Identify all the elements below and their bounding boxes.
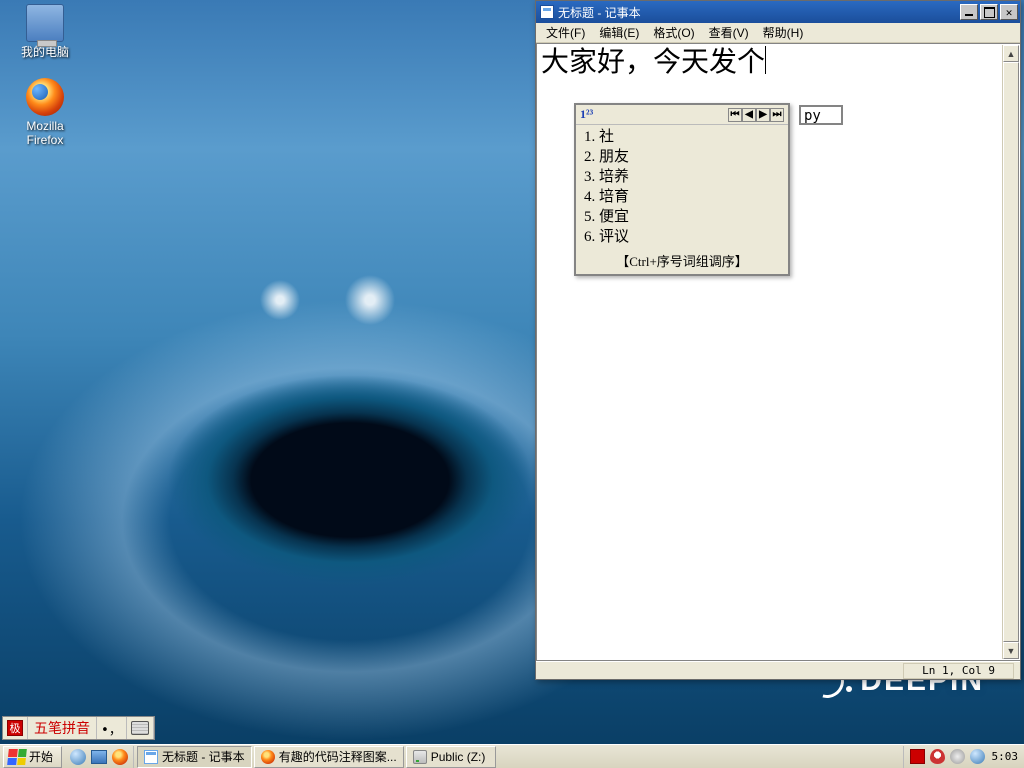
ime-last-button[interactable]: ⏭ <box>770 108 784 122</box>
firefox-icon <box>261 750 275 764</box>
start-button[interactable]: 开始 <box>3 746 62 768</box>
ime-punct-toggle[interactable]: •， <box>101 719 122 738</box>
ime-candidate-window[interactable]: 1²³ ⏮ ◀ ▶ ⏭ 1. 社 2. 朋友 3. 培养 4. 培育 5. 便宜… <box>574 103 790 276</box>
scroll-up-button[interactable]: ▲ <box>1003 45 1019 62</box>
menu-help[interactable]: 帮助(H) <box>757 23 810 42</box>
ime-page-nav: ⏮ ◀ ▶ ⏭ <box>728 108 784 122</box>
text-caret <box>765 46 766 74</box>
desktop[interactable]: 我的电脑 Mozilla Firefox DEEPIN 无标题 - 记事本 文件… <box>0 0 1024 744</box>
menu-format[interactable]: 格式(O) <box>647 23 700 42</box>
tray-security-icon[interactable] <box>930 749 945 764</box>
minimize-button[interactable] <box>960 4 978 20</box>
start-label: 开始 <box>29 748 53 765</box>
scroll-thumb[interactable] <box>1003 62 1019 642</box>
task-label: 无标题 - 记事本 <box>162 748 245 765</box>
ime-candidate[interactable]: 1. 社 <box>584 127 780 147</box>
tray-clock[interactable]: 5:03 <box>990 750 1019 763</box>
menu-file[interactable]: 文件(F) <box>540 23 591 42</box>
show-desktop-icon <box>91 750 107 764</box>
ime-name[interactable]: 五笔拼音 <box>28 717 97 739</box>
ie-icon <box>70 749 86 765</box>
ime-status-bar[interactable]: 极 五笔拼音 •， <box>2 716 155 740</box>
scroll-down-button[interactable]: ▼ <box>1003 642 1019 659</box>
ime-candidate-list: 1. 社 2. 朋友 3. 培养 4. 培育 5. 便宜 6. 评议 <box>576 125 788 249</box>
task-button-firefox[interactable]: 有趣的代码注释图案... <box>254 746 404 768</box>
quick-launch-show-desktop[interactable] <box>90 748 108 766</box>
scroll-track[interactable] <box>1003 62 1019 642</box>
menu-view[interactable]: 查看(V) <box>703 23 755 42</box>
ime-candidate[interactable]: 4. 培育 <box>584 187 780 207</box>
computer-icon <box>26 4 64 42</box>
desktop-icon-firefox[interactable]: Mozilla Firefox <box>8 78 82 147</box>
icon-label: 我的电脑 <box>8 45 82 59</box>
tray-volume-icon[interactable] <box>950 749 965 764</box>
menu-edit[interactable]: 编辑(E) <box>593 23 645 42</box>
system-tray: 5:03 <box>903 746 1024 768</box>
window-title: 无标题 - 记事本 <box>558 4 958 21</box>
notepad-icon <box>540 5 554 19</box>
ime-next-button[interactable]: ▶ <box>756 108 770 122</box>
statusbar: Ln 1, Col 9 <box>536 661 1020 679</box>
task-label: Public (Z:) <box>431 750 486 764</box>
ime-composition-box[interactable]: py <box>799 105 843 125</box>
ime-candidate[interactable]: 6. 评议 <box>584 227 780 247</box>
ime-softkeyboard-icon[interactable] <box>131 721 149 735</box>
drive-icon <box>413 750 427 764</box>
maximize-button[interactable] <box>980 4 998 20</box>
task-buttons: 无标题 - 记事本 有趣的代码注释图案... Public (Z:) <box>134 746 902 768</box>
desktop-icon-my-computer[interactable]: 我的电脑 <box>8 4 82 59</box>
icon-label: Mozilla Firefox <box>8 119 82 147</box>
editor-content: 大家好，今天发个 <box>541 47 765 78</box>
ime-first-button[interactable]: ⏮ <box>728 108 742 122</box>
ime-mode-indicator: 1²³ <box>580 107 593 122</box>
quick-launch <box>65 746 134 768</box>
ime-prev-button[interactable]: ◀ <box>742 108 756 122</box>
ime-hint: 【Ctrl+序号词组调序】 <box>576 249 788 274</box>
vertical-scrollbar[interactable]: ▲ ▼ <box>1002 45 1019 659</box>
firefox-icon <box>26 78 64 116</box>
close-button[interactable] <box>1000 4 1018 20</box>
ime-logo-icon[interactable]: 极 <box>7 720 23 736</box>
ime-candidate[interactable]: 3. 培养 <box>584 167 780 187</box>
menubar: 文件(F) 编辑(E) 格式(O) 查看(V) 帮助(H) <box>536 23 1020 43</box>
windows-flag-icon <box>7 749 27 765</box>
tray-ime-icon[interactable] <box>910 749 925 764</box>
notepad-icon <box>144 750 158 764</box>
firefox-icon <box>112 749 128 765</box>
titlebar[interactable]: 无标题 - 记事本 <box>536 1 1020 23</box>
quick-launch-ie[interactable] <box>69 748 87 766</box>
taskbar: 开始 无标题 - 记事本 有趣的代码注释图案... Public (Z:) 5:… <box>0 744 1024 768</box>
task-button-notepad[interactable]: 无标题 - 记事本 <box>137 746 252 768</box>
ime-candidate[interactable]: 2. 朋友 <box>584 147 780 167</box>
task-button-drive[interactable]: Public (Z:) <box>406 746 496 768</box>
tray-network-icon[interactable] <box>970 749 985 764</box>
quick-launch-firefox[interactable] <box>111 748 129 766</box>
cursor-position: Ln 1, Col 9 <box>903 663 1014 679</box>
ime-candidate[interactable]: 5. 便宜 <box>584 207 780 227</box>
notepad-window[interactable]: 无标题 - 记事本 文件(F) 编辑(E) 格式(O) 查看(V) 帮助(H) … <box>535 0 1021 680</box>
task-label: 有趣的代码注释图案... <box>279 748 397 765</box>
